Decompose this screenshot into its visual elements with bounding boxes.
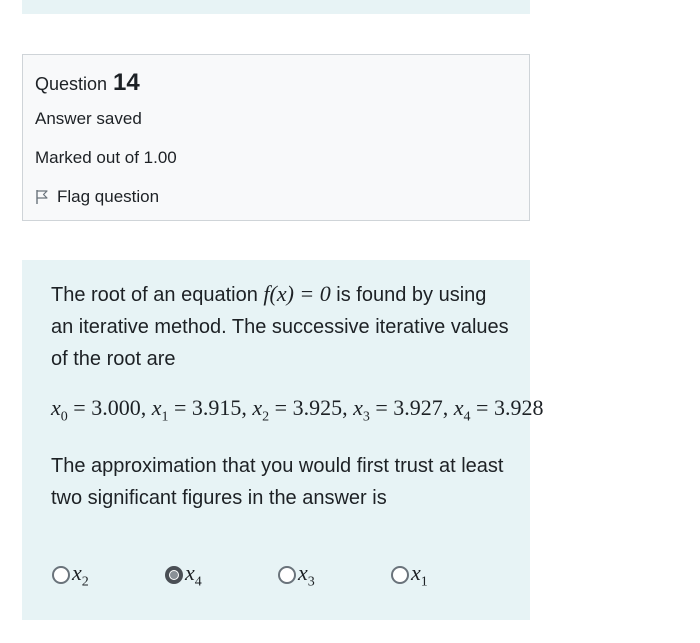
option-x3[interactable]: x3 <box>278 560 315 590</box>
previous-question-box-edge <box>22 0 530 14</box>
option-x1[interactable]: x1 <box>391 560 428 590</box>
option-label: x2 <box>72 560 89 590</box>
option-label: x1 <box>411 560 428 590</box>
question-number-heading: Question 14 <box>35 69 140 97</box>
question-intro: The root of an equation f(x) = 0 is foun… <box>51 278 511 375</box>
sequence-term-1: x1 = 3.915, <box>151 395 253 425</box>
question-content-panel: The root of an equation f(x) = 0 is foun… <box>22 260 543 620</box>
iteration-sequence: x0 = 3.000, x1 = 3.915, x2 = 3.925, x3 =… <box>51 395 543 425</box>
question-info-panel: Question 14 Answer saved Marked out of 1.… <box>22 54 530 221</box>
radio-button-selected[interactable] <box>165 566 183 585</box>
option-x2[interactable]: x2 <box>52 560 89 590</box>
flag-question-link[interactable]: Flag question <box>35 187 159 207</box>
radio-button[interactable] <box>278 566 296 585</box>
intro-text-start: The root of an equation <box>51 284 264 306</box>
flag-question-label: Flag question <box>57 187 160 206</box>
answer-options: x2 x4 x3 x1 <box>52 560 512 590</box>
option-x4[interactable]: x4 <box>165 560 202 590</box>
marks-info: Marked out of 1.00 <box>35 148 177 167</box>
option-label: x3 <box>298 560 315 590</box>
sequence-term-4: x4 = 3.928 <box>453 395 544 425</box>
option-label: x4 <box>185 560 202 590</box>
sequence-term-3: x3 = 3.927, <box>353 395 454 425</box>
question-number: 14 <box>113 69 140 96</box>
sequence-term-0: x0 = 3.000, <box>51 395 152 425</box>
question-prompt: The approximation that you would first t… <box>51 455 504 509</box>
radio-button[interactable] <box>52 566 70 585</box>
radio-button[interactable] <box>391 566 409 585</box>
answer-status: Answer saved <box>35 109 142 128</box>
flag-icon <box>36 190 48 204</box>
equation: f(x) = 0 <box>263 281 331 306</box>
question-label: Question <box>35 74 108 94</box>
sequence-term-2: x2 = 3.925, <box>252 395 354 425</box>
